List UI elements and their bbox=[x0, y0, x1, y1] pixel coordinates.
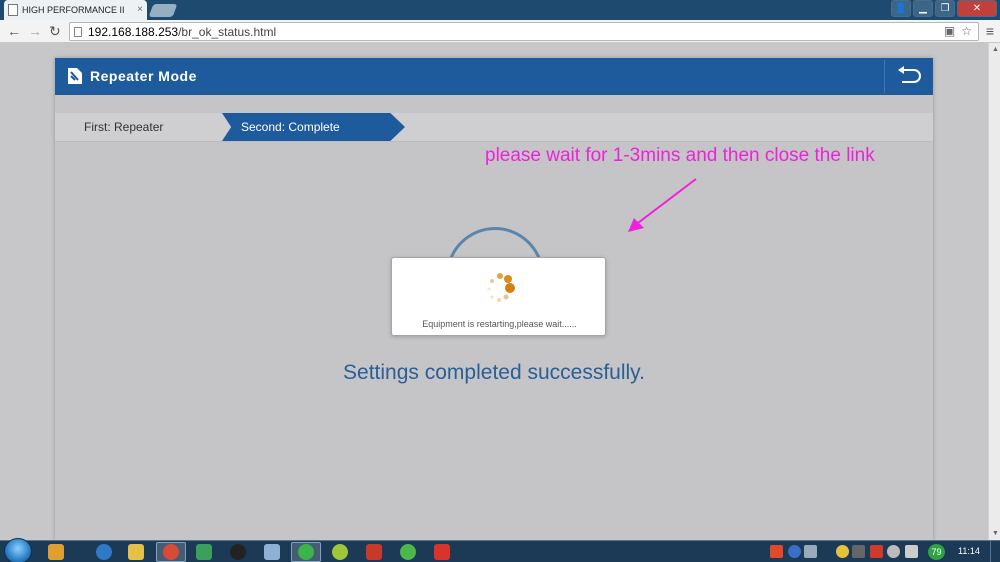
url-path: /br_ok_status.html bbox=[178, 24, 277, 39]
restore-button[interactable]: ❐ bbox=[935, 0, 955, 17]
start-button[interactable] bbox=[4, 538, 32, 562]
tab-title: HIGH PERFORMANCE II bbox=[22, 5, 125, 15]
menu-icon[interactable]: ≡ bbox=[986, 23, 994, 39]
page-info-icon[interactable] bbox=[74, 26, 82, 37]
url-bar[interactable]: 192.168.188.253/br_ok_status.html ▣ ☆ bbox=[69, 22, 979, 41]
taskbar-clock[interactable]: 11:14 bbox=[958, 546, 980, 556]
tray-icon-8[interactable] bbox=[905, 545, 918, 558]
ie-icon[interactable] bbox=[96, 544, 112, 560]
page-scrollbar[interactable]: ▲ ▼ bbox=[988, 43, 1000, 540]
panel-title: Repeater Mode bbox=[90, 68, 197, 84]
panel-header: Repeater Mode bbox=[55, 58, 933, 95]
wizard-steps: First: Repeater Second: Complete bbox=[55, 113, 933, 142]
window-controls: 👤 ▁ ❐ ✕ bbox=[891, 0, 997, 17]
url-host: 192.168.188.253 bbox=[88, 24, 179, 39]
tray-s-icon[interactable] bbox=[770, 545, 783, 558]
new-tab-button[interactable] bbox=[148, 4, 178, 17]
step-second-complete: Second: Complete bbox=[222, 113, 405, 141]
app-icon-5[interactable] bbox=[434, 544, 450, 560]
tray-icon-5[interactable] bbox=[852, 545, 865, 558]
app-icon-4[interactable] bbox=[366, 544, 382, 560]
taskbar: 79 11:14 bbox=[0, 538, 1000, 562]
step-first-repeater: First: Repeater bbox=[84, 120, 164, 134]
wait-annotation: please wait for 1-3mins and then close t… bbox=[485, 145, 875, 166]
scroll-down-icon[interactable]: ▼ bbox=[992, 530, 999, 537]
tray-badge[interactable]: 79 bbox=[928, 544, 945, 560]
forward-arrow-icon[interactable]: → bbox=[28, 23, 42, 39]
return-arrow-icon bbox=[898, 65, 921, 83]
notepad-icon[interactable] bbox=[264, 544, 280, 560]
tray-help-icon[interactable] bbox=[788, 545, 801, 558]
tray-icon-3[interactable] bbox=[804, 545, 817, 558]
address-toolbar: ← → ↻ 192.168.188.253/br_ok_status.html … bbox=[0, 20, 1000, 43]
return-button[interactable] bbox=[893, 63, 925, 90]
omnibox-actions: ▣ ☆ bbox=[944, 24, 972, 38]
back-arrow-icon[interactable]: ← bbox=[7, 23, 21, 39]
browser-titlebar: HIGH PERFORMANCE II × 👤 ▁ ❐ ✕ bbox=[0, 0, 1000, 20]
explorer-icon[interactable] bbox=[128, 544, 144, 560]
excel-icon[interactable] bbox=[196, 544, 212, 560]
success-message: Settings completed successfully. bbox=[343, 361, 645, 384]
loading-spinner-icon bbox=[487, 273, 515, 302]
restart-dialog: Equipment is restarting,please wait.....… bbox=[391, 257, 606, 336]
tab-close-icon[interactable]: × bbox=[137, 5, 143, 15]
show-desktop-button[interactable] bbox=[990, 541, 1000, 562]
tray-icon-4[interactable] bbox=[836, 545, 849, 558]
app-icon-1[interactable] bbox=[48, 544, 64, 560]
translate-icon[interactable]: ▣ bbox=[944, 24, 955, 38]
header-divider bbox=[884, 60, 885, 93]
chrome-icon[interactable] bbox=[163, 544, 179, 560]
restart-message: Equipment is restarting,please wait.....… bbox=[422, 319, 577, 329]
user-icon[interactable]: 👤 bbox=[891, 0, 911, 17]
qq-icon[interactable] bbox=[230, 544, 246, 560]
url-text: 192.168.188.253/br_ok_status.html bbox=[88, 25, 276, 39]
page-icon bbox=[8, 4, 18, 16]
tray-icon-7[interactable] bbox=[887, 545, 900, 558]
tray-icon-6[interactable] bbox=[870, 545, 883, 558]
close-window-button[interactable]: ✕ bbox=[957, 0, 997, 17]
wechat-icon[interactable] bbox=[400, 544, 416, 560]
app-icon-2[interactable] bbox=[298, 544, 314, 560]
reload-icon[interactable]: ↻ bbox=[49, 23, 61, 39]
browser-tab[interactable]: HIGH PERFORMANCE II × bbox=[4, 0, 147, 20]
annotation-arrow-icon bbox=[628, 178, 697, 232]
bookmark-star-icon[interactable]: ☆ bbox=[961, 24, 972, 38]
scroll-up-icon[interactable]: ▲ bbox=[992, 46, 999, 53]
minimize-button[interactable]: ▁ bbox=[913, 0, 933, 17]
app-icon-3[interactable] bbox=[332, 544, 348, 560]
repeater-icon bbox=[68, 68, 82, 84]
